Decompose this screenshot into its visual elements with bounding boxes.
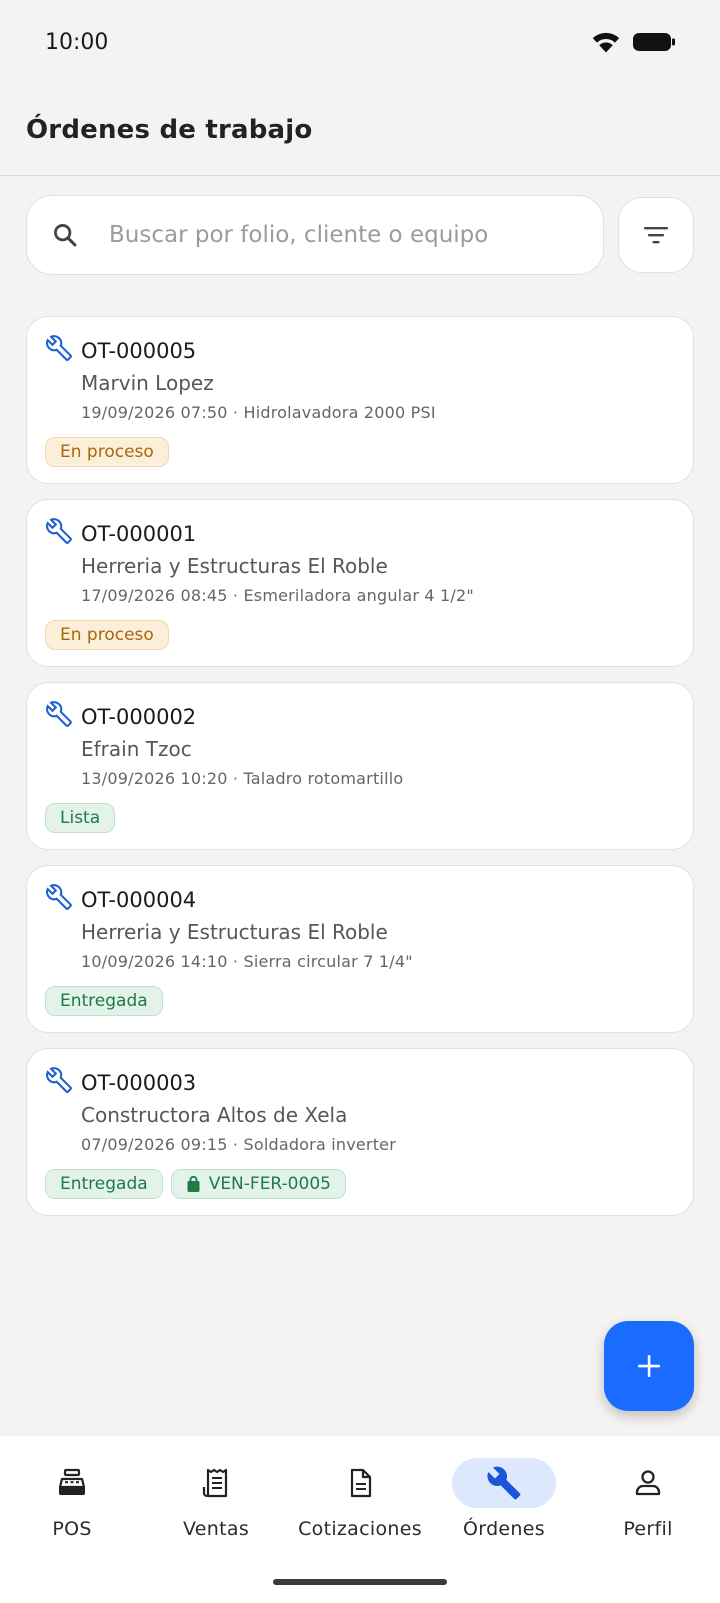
sale-folio: VEN-FER-0005	[208, 1174, 331, 1194]
nav-label: Ventas	[182, 1518, 250, 1540]
cash-register-icon	[58, 1468, 86, 1495]
search-box[interactable]	[26, 195, 604, 275]
nav-icon-wrap	[308, 1458, 412, 1508]
status-badge: Entregada	[45, 986, 163, 1016]
wrench-icon	[46, 1067, 72, 1093]
order-meta: 10/09/2026 14:10 · Sierra circular 7 1/4…	[81, 952, 413, 971]
order-client: Marvin Lopez	[81, 371, 214, 395]
order-badges: En proceso	[45, 620, 169, 650]
order-client: Herreria y Estructuras El Roble	[81, 920, 388, 944]
nav-icon-wrap	[452, 1458, 556, 1508]
order-folio: OT-000002	[81, 705, 197, 729]
search-icon	[54, 224, 77, 247]
status-bar: 10:00	[0, 0, 720, 84]
order-badges: Entregada	[45, 986, 163, 1016]
order-card[interactable]: OT-000001 Herreria y Estructuras El Robl…	[26, 499, 694, 667]
order-card[interactable]: OT-000004 Herreria y Estructuras El Robl…	[26, 865, 694, 1033]
nav-item-perfil[interactable]: Perfil	[576, 1436, 720, 1603]
orders-list: OT-000005 Marvin Lopez 19/09/2026 07:50 …	[26, 316, 694, 1231]
status-badge: En proceso	[45, 437, 169, 467]
filter-button[interactable]	[618, 197, 694, 273]
shopping-bag-icon	[187, 1175, 200, 1192]
wrench-icon	[487, 1466, 521, 1500]
search-input[interactable]	[109, 222, 569, 248]
document-icon	[350, 1468, 372, 1498]
receipt-icon	[202, 1468, 228, 1498]
nav-item-pos[interactable]: POS	[0, 1436, 144, 1603]
order-meta: 07/09/2026 09:15 · Soldadora inverter	[81, 1135, 397, 1154]
order-card[interactable]: OT-000002 Efrain Tzoc 13/09/2026 10:20 ·…	[26, 682, 694, 850]
order-folio: OT-000004	[81, 888, 197, 912]
order-client: Herreria y Estructuras El Roble	[81, 554, 388, 578]
status-time: 10:00	[45, 29, 109, 55]
status-badge: En proceso	[45, 620, 169, 650]
order-client: Efrain Tzoc	[81, 737, 192, 761]
nav-icon-wrap	[20, 1458, 124, 1508]
order-card[interactable]: OT-000005 Marvin Lopez 19/09/2026 07:50 …	[26, 316, 694, 484]
nav-label: Cotizaciones	[298, 1518, 422, 1540]
nav-item-cotizaciones[interactable]: Cotizaciones	[288, 1436, 432, 1603]
order-badges: Entregada VEN-FER-0005	[45, 1169, 346, 1199]
battery-icon	[633, 33, 675, 51]
order-folio: OT-000001	[81, 522, 197, 546]
wrench-icon	[46, 335, 72, 361]
order-meta: 19/09/2026 07:50 · Hidrolavadora 2000 PS…	[81, 403, 436, 422]
order-card[interactable]: OT-000003 Constructora Altos de Xela 07/…	[26, 1048, 694, 1216]
app-header: Órdenes de trabajo	[0, 84, 720, 176]
person-icon	[635, 1470, 661, 1496]
nav-label: POS	[52, 1518, 92, 1540]
order-meta: 13/09/2026 10:20 · Taladro rotomartillo	[81, 769, 404, 788]
nav-label: Órdenes	[463, 1518, 545, 1540]
page-title: Órdenes de trabajo	[26, 114, 313, 145]
add-order-button[interactable]	[604, 1321, 694, 1411]
filter-icon	[644, 227, 668, 244]
search-row	[26, 195, 694, 277]
order-folio: OT-000003	[81, 1071, 197, 1095]
wrench-icon	[46, 518, 72, 544]
order-badges: Lista	[45, 803, 116, 833]
order-badges: En proceso	[45, 437, 169, 467]
plus-icon	[638, 1355, 660, 1377]
nav-icon-wrap	[596, 1458, 700, 1508]
wifi-icon	[592, 32, 620, 53]
status-icons	[592, 31, 676, 53]
nav-item-ventas[interactable]: Ventas	[144, 1436, 288, 1603]
order-meta: 17/09/2026 08:45 · Esmeriladora angular …	[81, 586, 474, 605]
order-folio: OT-000005	[81, 339, 197, 363]
bottom-nav: POS Ventas Cotizaciones Órdenes Perfil	[0, 1436, 720, 1603]
home-indicator[interactable]	[273, 1579, 447, 1585]
nav-icon-wrap	[164, 1458, 268, 1508]
order-client: Constructora Altos de Xela	[81, 1103, 348, 1127]
wrench-icon	[46, 701, 72, 727]
nav-item-ordenes[interactable]: Órdenes	[432, 1436, 576, 1603]
nav-label: Perfil	[623, 1518, 673, 1540]
wrench-icon	[46, 884, 72, 910]
status-badge: Lista	[45, 803, 116, 833]
status-badge: Entregada	[45, 1169, 163, 1199]
sale-badge[interactable]: VEN-FER-0005	[170, 1169, 346, 1199]
